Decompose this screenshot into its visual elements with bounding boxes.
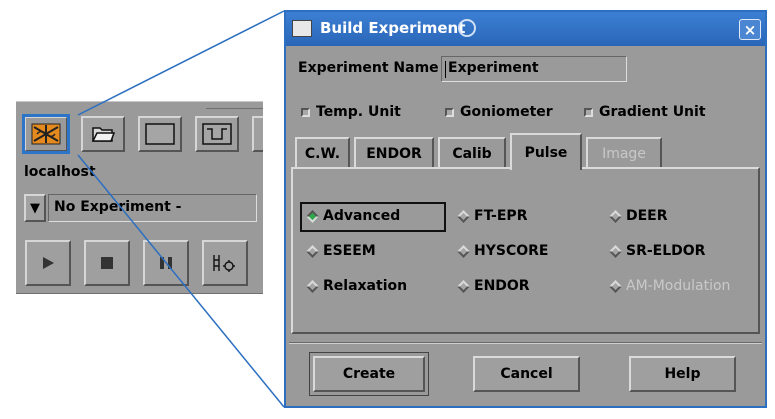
checkbox-label: Goniometer <box>460 104 553 120</box>
button-row-divider <box>289 342 762 344</box>
hostname-label: localhost <box>24 164 96 180</box>
stop-button[interactable] <box>84 240 130 286</box>
radio-indicator <box>306 244 319 258</box>
radio-sr-eldor[interactable]: SR-ELDOR <box>609 243 706 259</box>
tab-endor[interactable]: ENDOR <box>354 137 434 168</box>
checkbox-label: Temp. Unit <box>316 104 401 120</box>
radio-relaxation[interactable]: Relaxation <box>306 278 408 294</box>
radio-indicator <box>306 279 319 293</box>
play-icon <box>43 257 54 269</box>
tab-pulse[interactable]: Pulse <box>510 133 582 170</box>
radio-indicator-selected <box>306 209 319 223</box>
experiment-name-label: Experiment Name <box>298 60 439 76</box>
toolbar-divider <box>206 108 263 109</box>
app-icon <box>292 20 312 37</box>
create-button[interactable]: Create <box>309 352 429 396</box>
radio-hyscore[interactable]: HYSCORE <box>457 243 549 259</box>
radio-label: FT-EPR <box>474 208 528 224</box>
partial-toolbar-button[interactable] <box>252 116 263 152</box>
radio-ft-epr[interactable]: FT-EPR <box>457 208 528 224</box>
signal-window-button[interactable] <box>195 116 239 152</box>
pause-button[interactable] <box>143 240 189 286</box>
swirl-icon <box>458 19 476 37</box>
open-folder-icon <box>91 127 115 142</box>
dialog-title-bar[interactable]: Build Experiment × <box>286 12 765 46</box>
settings-button[interactable] <box>202 240 248 286</box>
experiment-name-input[interactable]: Experiment <box>441 56 627 82</box>
checkbox-box[interactable] <box>584 107 593 117</box>
radio-indicator <box>609 209 622 223</box>
checkbox-box[interactable] <box>445 107 454 117</box>
chevron-down-icon[interactable]: ▼ <box>24 194 46 222</box>
radio-am-modulation[interactable]: AM-Modulation <box>609 278 731 294</box>
goniometer-checkbox[interactable]: Goniometer <box>445 104 553 120</box>
tab-image[interactable]: Image <box>586 137 662 168</box>
radio-indicator <box>457 244 470 258</box>
tab-calib[interactable]: Calib <box>438 137 506 168</box>
open-experiment-button[interactable] <box>81 116 125 152</box>
radio-eseem[interactable]: ESEEM <box>306 243 376 259</box>
radio-advanced[interactable]: Advanced <box>306 208 401 224</box>
build-experiment-dialog: Build Experiment × Experiment Name Exper… <box>284 10 767 408</box>
radio-label: Advanced <box>323 208 401 224</box>
new-window-button[interactable] <box>138 116 182 152</box>
radio-label: AM-Modulation <box>626 278 731 294</box>
dialog-title: Build Experiment <box>320 19 466 37</box>
text-caret <box>445 61 446 78</box>
close-button[interactable]: × <box>739 19 761 40</box>
blank-window-icon <box>145 123 175 145</box>
checkbox-box[interactable] <box>301 107 310 117</box>
radio-label: Relaxation <box>323 278 408 294</box>
stop-icon <box>101 257 113 269</box>
main-toolbar-panel: localhost ▼ No Experiment - <box>16 101 263 294</box>
experiment-name-value: Experiment <box>448 60 539 76</box>
cancel-button[interactable]: Cancel <box>473 356 580 392</box>
radio-label: ENDOR <box>474 278 530 294</box>
pause-icon <box>160 257 172 269</box>
signal-window-icon <box>202 123 232 145</box>
radio-label: HYSCORE <box>474 243 549 259</box>
radio-indicator <box>457 209 470 223</box>
checkbox-label: Gradient Unit <box>599 104 706 120</box>
tab-cw[interactable]: C.W. <box>295 137 350 168</box>
radio-label: SR-ELDOR <box>626 243 706 259</box>
experiment-selector[interactable]: ▼ No Experiment - <box>24 194 257 222</box>
help-button[interactable]: Help <box>629 356 736 392</box>
radio-deer[interactable]: DEER <box>609 208 668 224</box>
close-icon: × <box>743 20 757 39</box>
radio-endor[interactable]: ENDOR <box>457 278 530 294</box>
new-experiment-icon <box>31 123 61 145</box>
temp-unit-checkbox[interactable]: Temp. Unit <box>301 104 401 120</box>
radio-label: ESEEM <box>323 243 376 259</box>
new-experiment-button[interactable] <box>22 114 70 154</box>
radio-label: DEER <box>626 208 668 224</box>
radio-indicator <box>609 279 622 293</box>
gradient-unit-checkbox[interactable]: Gradient Unit <box>584 104 706 120</box>
play-button[interactable] <box>25 240 71 286</box>
experiment-select-value[interactable]: No Experiment - <box>48 194 257 222</box>
settings-icon <box>213 255 235 272</box>
radio-indicator <box>457 279 470 293</box>
radio-indicator <box>609 244 622 258</box>
